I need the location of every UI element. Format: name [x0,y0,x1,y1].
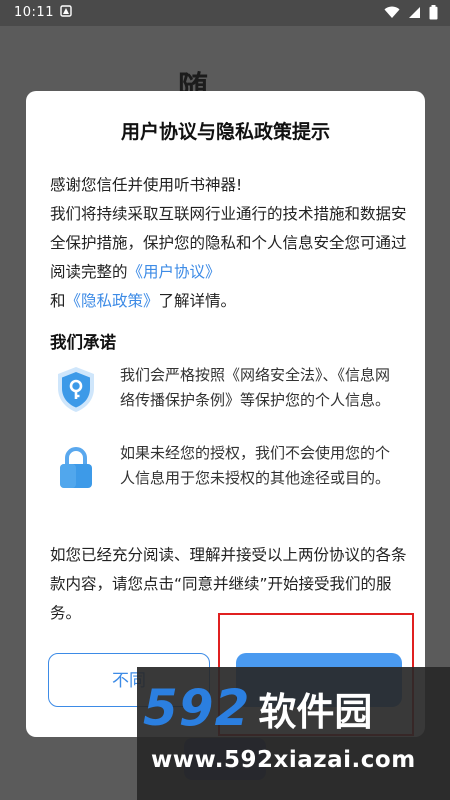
privacy-policy-link[interactable]: 《隐私政策》 [66,292,159,310]
watermark-number: 592 [143,679,251,737]
watermark: 592 软件园 www.592xiazai.com [137,667,450,800]
agreement-dialog: 用户协议与隐私政策提示 感谢您信任并使用听书神器! 我们将持续采取互联网行业通行… [26,91,425,737]
shield-key-icon [50,363,102,415]
watermark-name: 软件园 [258,690,373,734]
notification-icon [60,5,72,21]
intro-and: 和 [50,292,66,310]
intro-thanks: 感谢您信任并使用听书神器! [50,176,243,194]
status-time: 10:11 [14,5,54,20]
intro-text: 感谢您信任并使用听书神器! 我们将持续采取互联网行业通行的技术措施和数据安全保护… [50,171,412,316]
promise-section-title: 我们承诺 [50,333,116,352]
signal-icon [408,6,421,23]
user-agreement-link[interactable]: 《用户协议》 [128,263,221,281]
dialog-title: 用户协议与隐私政策提示 [120,121,330,143]
promise-text: 我们会严格按照《网络安全法》、《信息网络传播保护条例》等保护您的个人信息。 [120,366,391,409]
intro-details: 了解详情。 [158,292,237,310]
wifi-icon [384,6,400,23]
watermark-url: www.592xiazai.com [151,747,416,773]
intro-body: 我们将持续采取互联网行业通行的技术措施和数据安全保护措施，保护您的隐私和个人信息… [50,205,407,281]
lock-icon [50,441,102,493]
promise-text: 如果未经您的授权，我们不会使用您的个人信息用于您未授权的其他途径或目的。 [120,444,391,487]
status-icons [384,5,438,24]
battery-icon [429,5,438,24]
closing-text: 如您已经充分阅读、理解并接受以上两份协议的各条款内容，请您点击“同意并继续”开始… [50,546,407,622]
watermark-logo: 592 软件园 [143,679,372,737]
status-bar: 10:11 [0,0,450,26]
